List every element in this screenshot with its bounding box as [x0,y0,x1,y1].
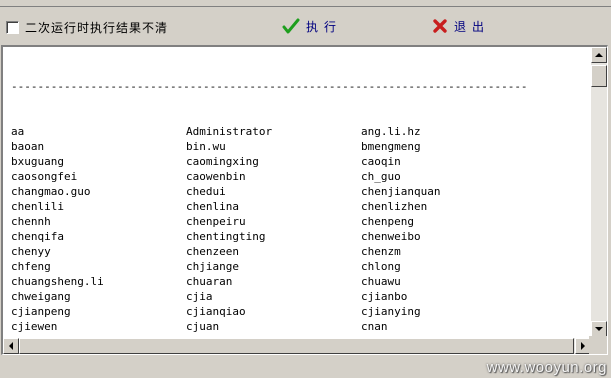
output-row: chenlili chenlina chenlizhen [11,199,591,214]
username-cell: chenpeng [361,215,414,228]
watermark: www.wooyun.org [486,359,607,376]
username-cell: bin.wu [186,140,226,153]
arrow-up-icon [595,53,603,57]
username-cell: chenjianquan [361,185,441,198]
username-cell: cjuan [186,320,220,333]
username-cell: Administrator [186,125,273,138]
username-cell: chuaran [186,275,233,288]
username-cell: cjianqiao [186,305,246,318]
output-row: chenyy chenzeen chenzm [11,244,591,259]
output-row: changmao.guo chedui chenjianquan [11,184,591,199]
output-row: chuangsheng.li chuaran chuawu [11,274,591,289]
username-cell: bmengmeng [361,140,421,153]
vertical-scrollbar[interactable] [591,47,607,337]
output-row: chennh chenpeiru chenpeng [11,214,591,229]
username-cell: chfeng [11,260,51,273]
username-cell: chweigang [11,290,71,303]
username-cell: crujie [361,334,536,335]
username-cell: chenzm [361,245,401,258]
username-cell: chenpeiru [186,215,246,228]
execute-label: 执行 [306,19,343,34]
output-row: chenqifa chentingting chenweibo [11,229,591,244]
username-cell: chenlili [11,200,64,213]
scroll-up-button[interactable] [591,47,607,63]
horizontal-scrollbar[interactable] [3,338,591,354]
username-cell: chenqifa [11,230,64,243]
username-cell: cjia [186,290,213,303]
username-cell: chenlizhen [361,200,428,213]
arrow-right-icon [581,342,585,350]
username-cell: caowenbin [186,170,246,183]
output-row: caosongfei caowenbin ch_guo [11,169,591,184]
username-cell: chenzeen [186,245,239,258]
output-row: cjiewen cjuan cnan [11,319,591,334]
output-row: chweigang cjia cjianbo [11,289,591,304]
username-cell: cjianpeng [11,305,71,318]
username-cell: chuawu [361,275,401,288]
horizontal-scroll-thumb[interactable] [19,338,574,354]
scroll-left-button[interactable] [3,338,19,354]
scrollbar-corner [589,336,607,354]
username-cell: cqingjiang [186,334,361,335]
x-cross-icon [433,19,447,33]
username-cell: chentingting [186,230,266,243]
username-cell: caosongfei [11,170,78,183]
username-cell: cong.liu.hz [11,334,186,335]
output-row: cong.liu.hzcqingjiangcrujie [11,334,591,335]
username-cell: chenlina [186,200,239,213]
username-cell: bxuguang [11,155,64,168]
output-row: cjianpeng cjianqiao cjianying [11,304,591,319]
vertical-scroll-thumb[interactable] [591,65,607,87]
output-row: baoan bin.wu bmengmeng [11,139,591,154]
username-cell: cjiewen [11,320,58,333]
username-cell: caomingxing [186,155,259,168]
username-cell: cnan [361,320,388,333]
username-cell: chlong [361,260,401,273]
username-cell: chjiange [186,260,239,273]
scroll-down-button[interactable] [591,321,607,337]
checkbox-box[interactable] [6,21,19,34]
username-cell: changmao.guo [11,185,91,198]
username-cell: baoan [11,140,45,153]
username-cell: ch_guo [361,170,401,183]
username-cell: cjianying [361,305,421,318]
exit-label: 退出 [454,19,491,34]
output-row: chfeng chjiange chlong [11,259,591,274]
exit-button[interactable]: 退出 [432,15,490,37]
execute-button[interactable]: 执行 [282,15,342,37]
username-cell: chedui [186,185,226,198]
username-cell: chennh [11,215,51,228]
output-text-area[interactable]: ----------------------------------------… [1,45,608,355]
username-cell: cjianbo [361,290,408,303]
username-cell: aa [11,125,25,138]
output-content: ----------------------------------------… [11,49,591,335]
username-cell: chenweibo [361,230,421,243]
rerun-no-clear-label: 二次运行时执行结果不清 [25,21,169,35]
output-row: aa Administrator ang.li.hz [11,124,591,139]
output-rows: aa Administrator ang.li.hz baoan bin.wu bmeng… [11,124,591,335]
username-cell: chenyy [11,245,51,258]
output-row: bxuguang caomingxing caoqin [11,154,591,169]
arrow-down-icon [595,327,603,331]
toolbar: 二次运行时执行结果不清 执行 退出 [0,7,611,45]
status-bar: www.wooyun.org [0,356,611,378]
checkmark-icon [282,18,300,34]
username-cell: caoqin [361,155,401,168]
arrow-left-icon [9,342,13,350]
separator-line: ----------------------------------------… [11,80,528,93]
rerun-no-clear-checkbox[interactable]: 二次运行时执行结果不清 [6,19,168,36]
window-top-edge [0,0,611,7]
username-cell: ang.li.hz [361,125,421,138]
username-cell: chuangsheng.li [11,275,104,288]
